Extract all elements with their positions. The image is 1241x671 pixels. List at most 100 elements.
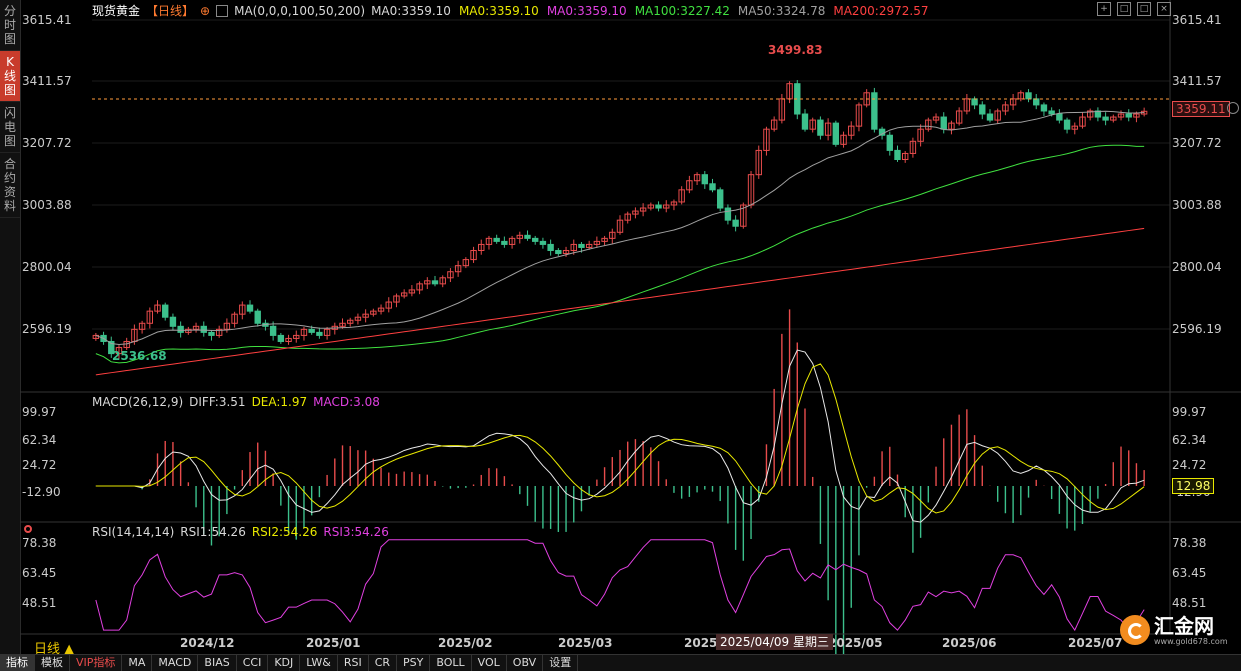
candle-down (1040, 104, 1048, 112)
close-icon[interactable]: × (1157, 2, 1171, 16)
indicator-tab-10[interactable]: CR (369, 655, 398, 671)
indicator-tab-13[interactable]: VOL (472, 655, 507, 671)
macd-axis-label: 24.72 (1172, 458, 1206, 472)
time-axis-label: 2025/06 (942, 636, 996, 650)
rsi-axis-label-left: 48.51 (22, 596, 56, 610)
indicator-tab-9[interactable]: RSI (338, 655, 369, 671)
macd-axis-label-left: 24.72 (22, 458, 56, 472)
rsi-axis-label-left: 63.45 (22, 566, 56, 580)
price-axis-label-left: 2800.04 (22, 260, 72, 274)
candle-down (316, 331, 323, 336)
price-chart[interactable]: 3615.41 3615.41 3411.57 3411.57 3207.72 3207.… (20, 0, 1241, 654)
candle-down (524, 234, 531, 239)
candle-down (986, 113, 994, 121)
current-price-tag: 3359.11 (1172, 101, 1230, 117)
candle-down (1125, 113, 1132, 118)
price-axis-label: 3615.41 (1172, 13, 1222, 27)
indicator-tab-15[interactable]: 设置 (543, 655, 579, 671)
sidebar-tab-3[interactable]: 合约资料 (0, 153, 20, 218)
logo-icon (1120, 615, 1150, 645)
logo-url: www.gold678.com (1154, 636, 1228, 646)
rsi3-value: RSI3:54.26 (323, 525, 389, 539)
macd-params: MACD(26,12,9) (92, 395, 184, 409)
price-axis-label: 3003.88 (1172, 198, 1222, 212)
indicator-tab-14[interactable]: OBV (507, 655, 544, 671)
macd-axis-label-left: 99.97 (22, 405, 56, 419)
candle-down (308, 328, 315, 333)
instrument-name: 现货黄金 (92, 4, 141, 18)
time-axis-label: 2025/02 (438, 636, 492, 650)
candle-down (555, 249, 562, 255)
candle-down (162, 304, 169, 318)
indicator-tab-6[interactable]: CCI (237, 655, 269, 671)
sidebar-tab-1[interactable]: K线图 (0, 51, 20, 102)
ma-value-4: MA50:3324.78 (737, 3, 826, 18)
indicator-tab-7[interactable]: KDJ (268, 655, 301, 671)
rsi-axis-label-left: 78.38 (22, 536, 56, 550)
indicator-tab-1[interactable]: 模板 (35, 655, 70, 671)
crosshair-date: 2025/04/09 星期三 (716, 634, 833, 650)
macd-legend: MACD(26,12,9) DIFF:3.51 DEA:1.97 MACD:3.… (92, 395, 380, 409)
macd-dea: DEA:1.97 (251, 395, 308, 409)
indicator-tab-2[interactable]: VIP指标 (70, 655, 123, 671)
candle-down (269, 325, 277, 336)
high-annotation: 3499.83 (768, 43, 823, 57)
sidebar-tab-0[interactable]: 分时图 (0, 0, 20, 51)
add-icon[interactable]: ⊕ (200, 4, 210, 18)
candle-down (979, 104, 986, 115)
macd-axis-label: 99.97 (1172, 405, 1206, 419)
time-axis-label: 2025/05 (828, 636, 882, 650)
period-tag[interactable]: 【日线】 (146, 2, 194, 19)
candle-down (254, 310, 261, 324)
candle-down (246, 304, 254, 312)
ma-legend: 现货黄金 【日线】 ⊕ MA(0,0,0,100,50,200) MA0:335… (92, 2, 928, 19)
ma-params: MA(0,0,0,100,50,200) (234, 3, 366, 18)
candle-down (1033, 98, 1040, 106)
candle-down (493, 237, 500, 242)
candle-down (832, 122, 840, 145)
restore-icon[interactable]: □ (1117, 2, 1131, 16)
candle-down (1063, 119, 1071, 130)
time-axis-label: 2025/03 (558, 636, 612, 650)
gear-icon[interactable] (1227, 102, 1239, 114)
candle-down (177, 325, 184, 333)
maximize-icon[interactable]: □ (1137, 2, 1151, 16)
sidebar-tab-2[interactable]: 闪电图 (0, 102, 20, 153)
candle-down (701, 174, 708, 185)
candle-down (717, 189, 724, 209)
indicator-tab-12[interactable]: BOLL (430, 655, 472, 671)
price-axis-label-left: 3003.88 (22, 198, 72, 212)
candle-down (894, 149, 901, 161)
candle-down (501, 240, 508, 245)
candle-down (1048, 110, 1055, 115)
ma-value-5: MA200:2972.57 (833, 3, 929, 18)
candle-down (724, 207, 732, 221)
rsi1-value: RSI1:54.26 (180, 525, 246, 539)
ma-value-2: MA0:3359.10 (546, 3, 627, 18)
logo-text: 汇金网 (1154, 613, 1214, 638)
indicator-bar: 指标 模板 VIP指标 MA MACD BIAS CCI KDJ LW& RSI CR PSY BOLL… (0, 654, 1241, 671)
ma-settings-icon[interactable] (216, 4, 229, 17)
price-axis-label-left: 3615.41 (22, 13, 72, 27)
candle-down (547, 243, 554, 251)
indicator-tab-5[interactable]: BIAS (198, 655, 237, 671)
low-annotation: 2536.68 (112, 349, 167, 363)
indicator-tab-0[interactable]: 指标 (0, 655, 35, 671)
candle-down (871, 92, 878, 130)
crosshair-icon[interactable]: + (1097, 2, 1111, 16)
candle-down (532, 237, 539, 242)
price-axis-label-left: 3411.57 (22, 74, 72, 88)
ma-value-1: MA0:3359.10 (458, 3, 539, 18)
candle-down (539, 240, 547, 245)
rsi-params: RSI(14,14,14) (92, 525, 175, 539)
rsi-axis-label: 48.51 (1172, 596, 1206, 610)
indicator-tab-3[interactable]: MA (122, 655, 153, 671)
indicator-tab-8[interactable]: LW& (300, 655, 338, 671)
record-icon[interactable] (24, 525, 32, 533)
candle-down (886, 134, 893, 151)
price-axis-label: 3411.57 (1172, 74, 1222, 88)
indicator-tab-4[interactable]: MACD (152, 655, 199, 671)
ma-values: MA0:3359.10 MA0:3359.10 MA0:3359.10 MA100:3… (371, 4, 928, 18)
window-controls: + □ □ × (1097, 2, 1171, 16)
indicator-tab-11[interactable]: PSY (397, 655, 431, 671)
